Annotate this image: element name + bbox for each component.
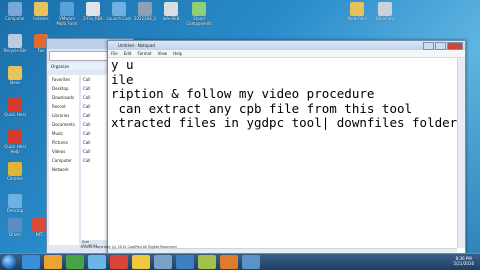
nav-item[interactable]: Videos (49, 147, 79, 156)
desktop-icon[interactable]: Driver (2, 218, 28, 237)
desktop-icon-label: Computer (5, 16, 25, 21)
notepad-window[interactable]: Untitled - Notepad File Edit Format View Hel… (107, 40, 466, 257)
desktop-icon-label: New fold (348, 16, 366, 21)
explorer-navigation-pane[interactable]: Favorites Desktop Downloads Recent Libraries… (49, 75, 79, 245)
desktop-icon-label: Stand Components (186, 16, 212, 26)
minimize-button[interactable] (423, 42, 434, 50)
desktop-icon-image (192, 2, 206, 16)
text-line: y u (111, 58, 134, 72)
taskbar-app-button[interactable] (132, 255, 150, 269)
text-line: ription & follow my video procedure (111, 86, 375, 101)
taskbar-app-button[interactable] (88, 255, 106, 269)
notepad-title-bar[interactable]: Untitled - Notepad (108, 41, 465, 50)
nav-item[interactable]: Network (49, 165, 79, 174)
desktop-icon[interactable]: Chrome (2, 162, 28, 181)
taskbar-app-button[interactable] (154, 255, 172, 269)
desktop-icon[interactable]: VMware Multi Form (54, 2, 80, 26)
text-line: ile (111, 71, 134, 87)
taskbar: 8:36 PM 5/21/2016 (0, 253, 480, 270)
desktop-icon-image (60, 2, 74, 16)
desktop-icon-label: Quick Heal (4, 112, 26, 117)
desktop-icon-image (8, 162, 22, 176)
taskbar-app-button[interactable] (220, 255, 238, 269)
desktop-icon[interactable]: New fold (344, 2, 370, 21)
system-clock[interactable]: 8:36 PM 5/21/2016 (453, 256, 474, 266)
footer-copyright: ©2012 Copyright (c) 2012 CoolPad All Rig… (80, 245, 177, 249)
nav-item[interactable]: Libraries (49, 111, 79, 120)
desktop-icon[interactable]: 2-Flo_REK (80, 2, 106, 21)
desktop-icon[interactable]: Quick Heal (2, 98, 28, 117)
taskbar-app-button[interactable] (110, 255, 128, 269)
desktop-icon[interactable]: Desktop (2, 194, 28, 213)
notepad-menu-bar: File Edit Format View Help (108, 50, 465, 58)
desktop-icon[interactable]: Indexes (28, 2, 54, 21)
taskbar-app-button[interactable] (22, 255, 40, 269)
text-line: can extract any cpb file from this tool (111, 100, 413, 116)
desktop-icon[interactable]: adv-REK (158, 2, 184, 21)
close-button[interactable] (447, 42, 463, 50)
menu-item-format[interactable]: Format (137, 50, 151, 57)
clock-date: 5/21/2016 (453, 261, 474, 266)
taskbar-app-button[interactable] (66, 255, 84, 269)
nav-item[interactable]: Downloads (49, 93, 79, 102)
nav-item[interactable]: Desktop (49, 84, 79, 93)
desktop-icon-image (32, 218, 46, 232)
desktop-icon-image (8, 98, 22, 112)
desktop-icon[interactable]: Computer (2, 2, 28, 21)
vertical-scrollbar[interactable] (457, 58, 465, 248)
taskbar-app-button[interactable] (198, 255, 216, 269)
notepad-title: Untitled - Notepad (118, 43, 155, 48)
nav-item[interactable]: Music (49, 129, 79, 138)
desktop-icon-label: 2-Flo_REK (83, 16, 103, 21)
menu-item-edit[interactable]: Edit (124, 50, 132, 57)
taskbar-app-button[interactable] (242, 255, 260, 269)
text-line: xtracted files in ygdpc tool| downfiles … (111, 115, 457, 130)
desktop-icon-image (34, 2, 48, 16)
notepad-text-area[interactable]: y u ile ription & follow my video procedur… (108, 58, 457, 243)
nav-item[interactable]: Favorites (49, 75, 79, 84)
desktop-icon-image (8, 218, 22, 232)
desktop-icon-image (112, 2, 126, 16)
desktop-icon[interactable]: Recycle Bin (2, 34, 28, 53)
desktop-icon[interactable]: Bluemag (372, 2, 398, 21)
desktop-icon-image (350, 2, 364, 16)
desktop-icon-image (8, 34, 22, 48)
desktop-icon-label: Desktop (6, 208, 24, 213)
desktop-icon[interactable]: Quick Heal Help (2, 130, 28, 154)
desktop-icon-image (8, 66, 22, 80)
desktop-icon-label: Ideas (9, 80, 21, 85)
desktop-icon-image (164, 2, 178, 16)
menu-item-file[interactable]: File (111, 50, 118, 57)
desktop-icon-label: Launch Cam (106, 16, 132, 21)
desktop-icon-label: Bluemag (376, 16, 394, 21)
desktop-icon-image (8, 194, 22, 208)
taskbar-app-button[interactable] (44, 255, 62, 269)
desktop-icon-label: Quick Heal Help (4, 144, 26, 154)
nav-item[interactable]: Recent (49, 102, 79, 111)
desktop-icon-image (138, 2, 152, 16)
desktop-icon-label: Indexes (33, 16, 49, 21)
desktop-icon-image (8, 2, 22, 16)
nav-item[interactable]: Pictures (49, 138, 79, 147)
desktop-icon-image (378, 2, 392, 16)
desktop-icon[interactable]: 2022308_1 (132, 2, 158, 21)
desktop-icon-label: Recycle Bin (3, 48, 27, 53)
desktop-icon-label: Chrome (7, 176, 23, 181)
desktop-icon-image (8, 130, 22, 144)
desktop-icon-image (86, 2, 100, 16)
nav-item[interactable]: Documents (49, 120, 79, 129)
start-button[interactable] (2, 255, 16, 269)
taskbar-app-button[interactable] (176, 255, 194, 269)
menu-item-view[interactable]: View (158, 50, 168, 57)
desktop-icon[interactable]: Stand Components (186, 2, 212, 26)
desktop-icon-label: adv-REK (162, 16, 180, 21)
maximize-button[interactable] (435, 42, 446, 50)
menu-item-help[interactable]: Help (173, 50, 182, 57)
desktop-icon-label: VMware Multi Form (56, 16, 78, 26)
desktop-icon-label: Driver (8, 232, 22, 237)
desktop-icon[interactable]: Ideas (2, 66, 28, 85)
desktop-icon-label: 2022308_1 (133, 16, 157, 21)
desktop-icon[interactable]: Launch Cam (106, 2, 132, 21)
nav-item[interactable]: Computer (49, 156, 79, 165)
